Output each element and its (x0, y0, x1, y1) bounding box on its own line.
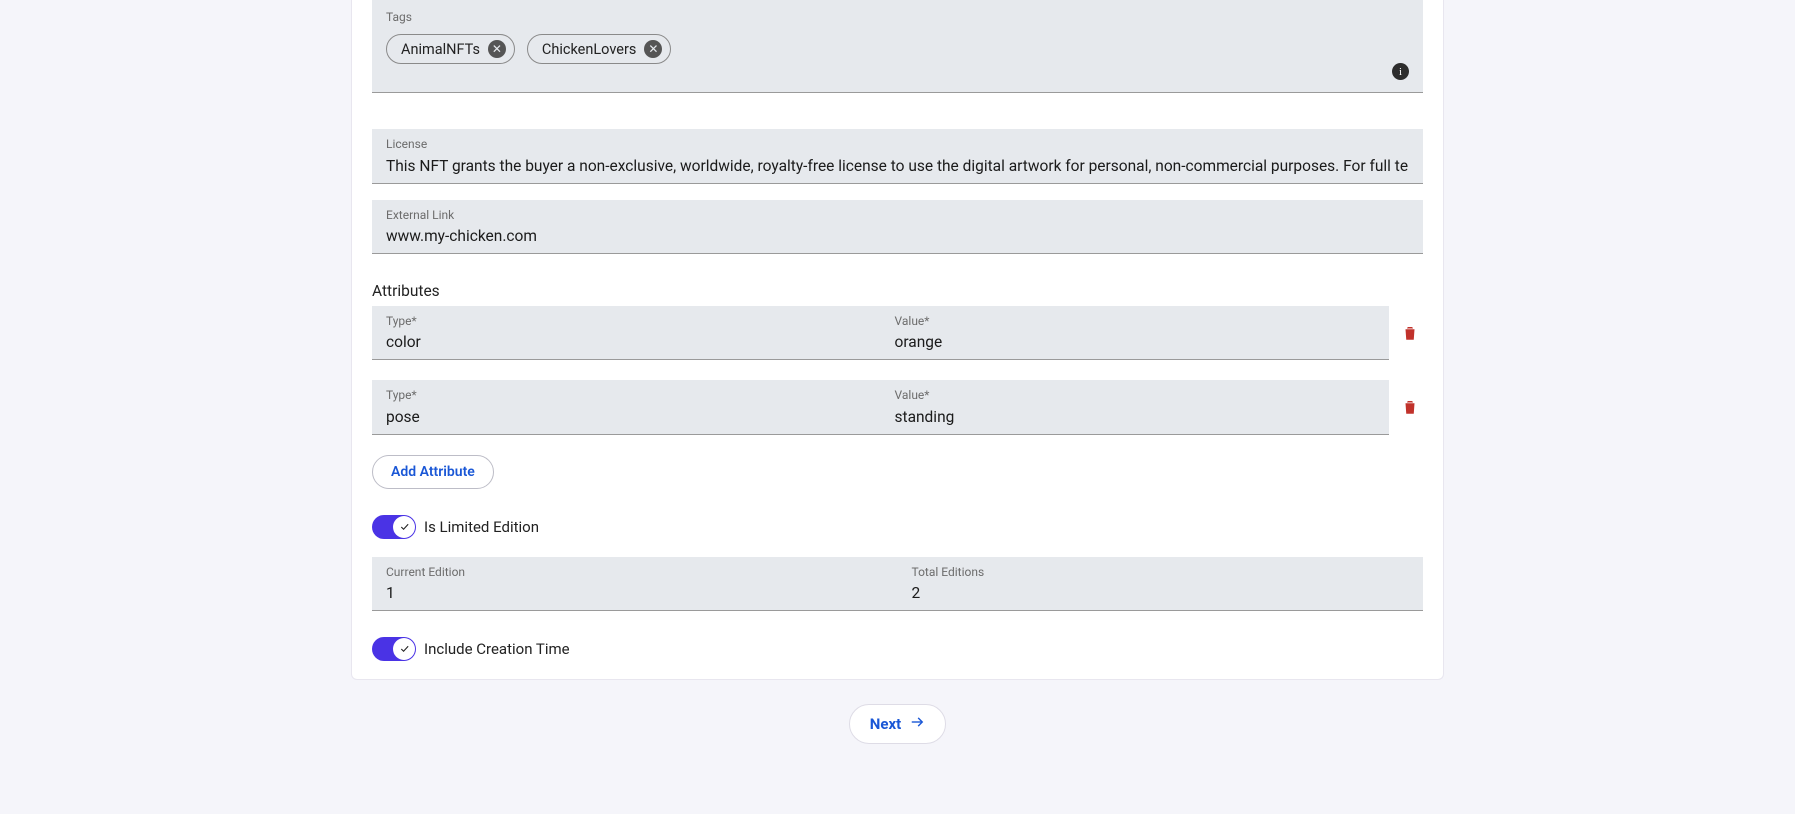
attribute-value-label: Value* (895, 314, 1376, 328)
license-value: This NFT grants the buyer a non-exclusiv… (386, 156, 1409, 177)
attribute-value-value: standing (895, 407, 1376, 428)
total-editions-label: Total Editions (912, 565, 1410, 579)
next-button[interactable]: Next (849, 704, 946, 744)
trash-icon (1401, 323, 1419, 343)
attribute-value-value: orange (895, 332, 1376, 353)
attribute-type-label: Type* (386, 388, 867, 402)
attribute-row: Type* pose Value* standing (372, 380, 1423, 434)
creation-time-label: Include Creation Time (424, 640, 570, 658)
next-button-label: Next (870, 715, 901, 733)
current-edition-label: Current Edition (386, 565, 884, 579)
delete-attribute-button[interactable] (1397, 380, 1423, 434)
check-icon (399, 643, 410, 654)
license-field[interactable]: License This NFT grants the buyer a non-… (372, 129, 1423, 183)
attribute-type-label: Type* (386, 314, 867, 328)
total-editions-value: 2 (912, 583, 1410, 604)
close-icon[interactable]: ✕ (488, 40, 506, 58)
external-link-field[interactable]: External Link www.my-chicken.com (372, 200, 1423, 254)
footer-actions: Next (351, 704, 1444, 744)
creation-time-row: Include Creation Time (372, 637, 1423, 661)
tag-chip[interactable]: ChickenLovers ✕ (527, 34, 671, 64)
tag-chip[interactable]: AnimalNFTs ✕ (386, 34, 515, 64)
trash-icon (1401, 397, 1419, 417)
attribute-value-field[interactable]: Value* orange (881, 306, 1390, 360)
tag-chip-text: ChickenLovers (542, 41, 636, 58)
toggle-knob (393, 638, 415, 660)
attribute-type-field[interactable]: Type* color (372, 306, 881, 360)
tags-field[interactable]: Tags AnimalNFTs ✕ ChickenLovers ✕ i (372, 0, 1423, 93)
attribute-value-field[interactable]: Value* standing (881, 380, 1390, 434)
external-link-value: www.my-chicken.com (386, 226, 1409, 247)
close-icon[interactable]: ✕ (644, 40, 662, 58)
current-edition-field[interactable]: Current Edition 1 (372, 557, 898, 611)
delete-attribute-button[interactable] (1397, 306, 1423, 360)
attribute-type-value: color (386, 332, 867, 353)
attribute-value-label: Value* (895, 388, 1376, 402)
tags-chips: AnimalNFTs ✕ ChickenLovers ✕ (386, 28, 1409, 64)
check-icon (399, 521, 410, 532)
current-edition-value: 1 (386, 583, 884, 604)
total-editions-field[interactable]: Total Editions 2 (898, 557, 1424, 611)
tag-chip-text: AnimalNFTs (401, 41, 480, 58)
form-card: Tags AnimalNFTs ✕ ChickenLovers ✕ i Lice… (351, 0, 1444, 680)
attribute-type-value: pose (386, 407, 867, 428)
limited-edition-row: Is Limited Edition (372, 515, 1423, 539)
info-icon[interactable]: i (1392, 63, 1409, 80)
attribute-row: Type* color Value* orange (372, 306, 1423, 360)
limited-edition-toggle[interactable] (372, 515, 416, 539)
attributes-title: Attributes (372, 282, 1423, 300)
arrow-right-icon (909, 715, 925, 733)
add-attribute-button[interactable]: Add Attribute (372, 455, 494, 489)
creation-time-toggle[interactable] (372, 637, 416, 661)
limited-edition-label: Is Limited Edition (424, 518, 539, 536)
tags-label: Tags (386, 10, 1409, 24)
editions-row: Current Edition 1 Total Editions 2 (372, 557, 1423, 611)
attribute-type-field[interactable]: Type* pose (372, 380, 881, 434)
toggle-knob (393, 516, 415, 538)
external-link-label: External Link (386, 208, 1409, 222)
license-label: License (386, 137, 1409, 151)
